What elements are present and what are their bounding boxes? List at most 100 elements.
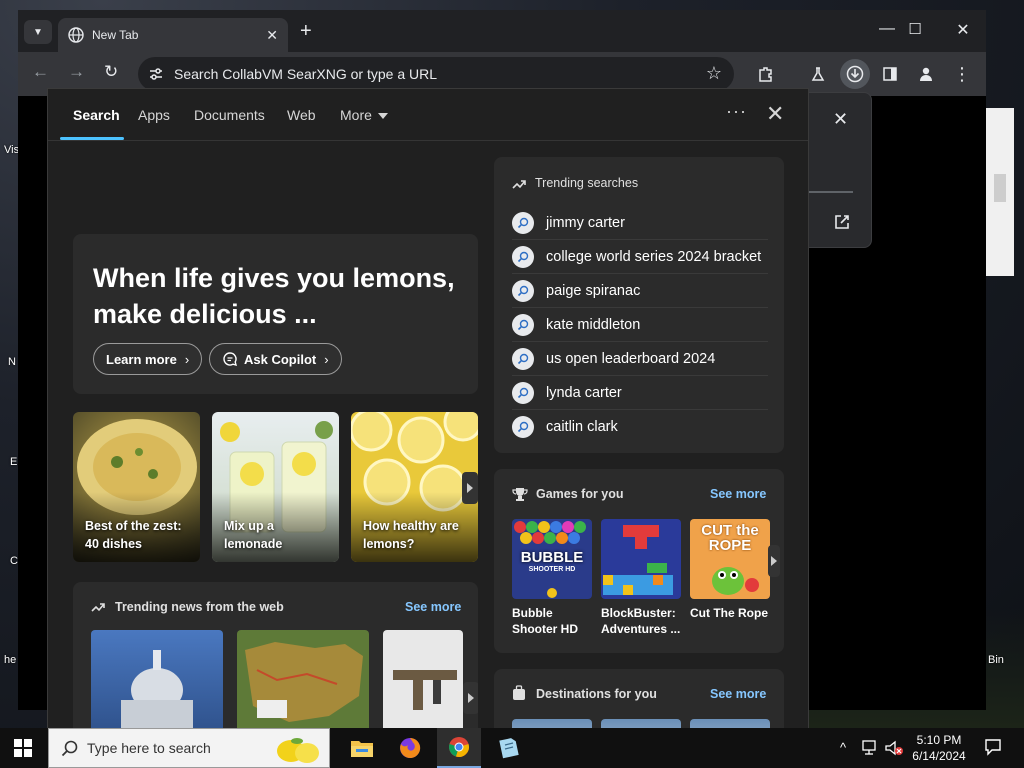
download-progress [809,191,853,193]
trending-search-item[interactable]: lynda carter [512,376,768,410]
carousel-next-button[interactable] [768,545,780,577]
close-icon[interactable]: ✕ [833,109,848,130]
address-bar[interactable]: Search CollabVM SearXNG or type a URL ☆ [138,57,734,91]
learn-more-button[interactable]: Learn more › [93,343,203,375]
ask-copilot-button[interactable]: Ask Copilot › [209,343,342,375]
game-bubble-shooter[interactable]: BUBBLE SHOOTER HD Bubble Shooter HD [512,519,592,637]
taskbar-firefox[interactable] [388,728,432,768]
trending-search-item[interactable]: college world series 2024 bracket [512,240,768,274]
background-window [986,108,1014,276]
trending-search-text: college world series 2024 bracket [546,248,762,265]
back-icon[interactable]: ← [32,62,49,82]
news-see-more-link[interactable]: See more [405,600,461,614]
trending-search-text: paige spiranac [546,282,641,299]
trending-search-text: caitlin clark [546,419,618,435]
volume-muted-icon[interactable] [884,740,904,756]
trending-search-item[interactable]: caitlin clark [512,410,768,444]
tab-more-label: More [340,107,372,123]
trending-icon [512,180,526,189]
open-external-icon[interactable] [833,213,851,231]
notifications-icon[interactable] [984,738,1002,756]
destination-image[interactable] [512,719,592,728]
forward-icon[interactable]: → [68,62,85,82]
desktop-icon-label[interactable]: E [10,456,17,468]
site-info-icon[interactable] [148,66,164,82]
show-hidden-icons[interactable]: ^ [840,740,846,755]
bookmark-star-icon[interactable]: ☆ [706,63,722,84]
news-image-rifle[interactable] [383,630,463,728]
profile-icon[interactable] [916,64,936,84]
active-tab-indicator [60,137,124,140]
bubble-shooter-logo: BUBBLE [520,549,584,566]
tab-new-tab[interactable]: New Tab ✕ [58,18,288,52]
more-options-icon[interactable]: ··· [726,101,747,122]
windows-start-icon[interactable] [14,739,32,757]
download-icon[interactable] [840,59,870,89]
tab-documents[interactable]: Documents [194,107,265,123]
taskbar-file-explorer[interactable] [340,728,384,768]
tab-search[interactable]: Search [73,107,120,123]
desktop-icon-label[interactable]: C [10,555,18,567]
tab-apps[interactable]: Apps [138,107,170,123]
maximize-icon[interactable]: ☐ [900,20,930,38]
trending-news-card: Trending news from the web See more [73,582,478,728]
system-clock[interactable]: 5:10 PM 6/14/2024 [904,732,974,764]
desktop-icon-label[interactable]: Vis [4,144,19,156]
chevron-right-icon: › [184,351,190,367]
rifle-image [393,670,457,710]
card-healthy-lemons[interactable]: How healthy are lemons? [351,412,478,562]
cut-the-rope-logo: CUT the ROPE [701,522,759,554]
desktop-icon-label[interactable]: he [4,654,16,666]
close-tab-icon[interactable]: ✕ [266,27,278,44]
card-title: Mix up a lemonade [224,519,283,551]
destination-image[interactable] [601,719,681,728]
chevron-right-icon [771,556,777,566]
trending-search-item[interactable]: kate middleton [512,308,768,342]
taskbar-search-box[interactable]: Type here to search [48,728,330,768]
close-icon[interactable]: ✕ [766,101,784,127]
carousel-next-button[interactable] [462,472,478,504]
tab-title: New Tab [92,28,139,42]
games-see-more-link[interactable]: See more [710,487,766,501]
game-title: BlockBuster: Adventures ... [601,606,681,636]
trending-search-item[interactable]: us open leaderboard 2024 [512,342,768,376]
tab-web[interactable]: Web [287,107,316,123]
search-icon [512,211,534,234]
hero-title: When life gives you lemons, make delicio… [93,263,455,329]
trophy-icon [512,488,528,501]
scrollbar-thumb[interactable] [994,174,1006,202]
card-title: How healthy are lemons? [363,519,459,551]
game-title: Cut The Rope [690,606,768,620]
carousel-next-button[interactable] [463,682,478,714]
card-lemonade[interactable]: Mix up a lemonade [212,412,339,562]
trending-search-item[interactable]: paige spiranac [512,274,768,308]
desktop-icon-label[interactable]: N [8,356,16,368]
destination-image[interactable] [690,719,770,728]
tab-more[interactable]: More [340,107,388,123]
new-tab-button[interactable]: + [300,21,312,41]
tab-search-button[interactable]: ▼ [24,20,52,44]
extensions-icon[interactable] [756,64,776,84]
hero-card[interactable]: When life gives you lemons, make delicio… [73,234,478,394]
reload-icon[interactable]: ↻ [104,62,118,82]
minimize-icon[interactable]: — [872,20,902,38]
side-panel-icon[interactable] [880,64,900,84]
labs-flask-icon[interactable] [808,64,828,84]
trending-search-item[interactable]: jimmy carter [512,206,768,240]
recycle-bin-label[interactable]: Bin [988,654,1004,666]
taskbar-chrome[interactable] [437,728,481,768]
menu-kebab-icon[interactable]: ⋮ [952,64,972,84]
destinations-see-more-link[interactable]: See more [710,687,766,701]
news-image-capitol[interactable] [91,630,223,728]
game-blockbuster[interactable]: BlockBuster: Adventures ... [601,519,681,637]
ask-copilot-label: Ask Copilot [244,351,317,367]
trending-search-text: lynda carter [546,384,622,401]
search-panel-tabs: Search Apps Documents Web More ··· ✕ [48,89,808,141]
game-cut-the-rope[interactable]: CUT the ROPE Cut The Rope [690,519,770,621]
card-zest-dishes[interactable]: Best of the zest: 40 dishes [73,412,200,562]
chevron-down-icon: ▼ [33,26,43,38]
taskbar-notepad[interactable] [486,728,530,768]
close-window-icon[interactable]: ✕ [948,20,978,40]
network-icon[interactable] [862,740,880,756]
news-image-map[interactable] [237,630,369,728]
